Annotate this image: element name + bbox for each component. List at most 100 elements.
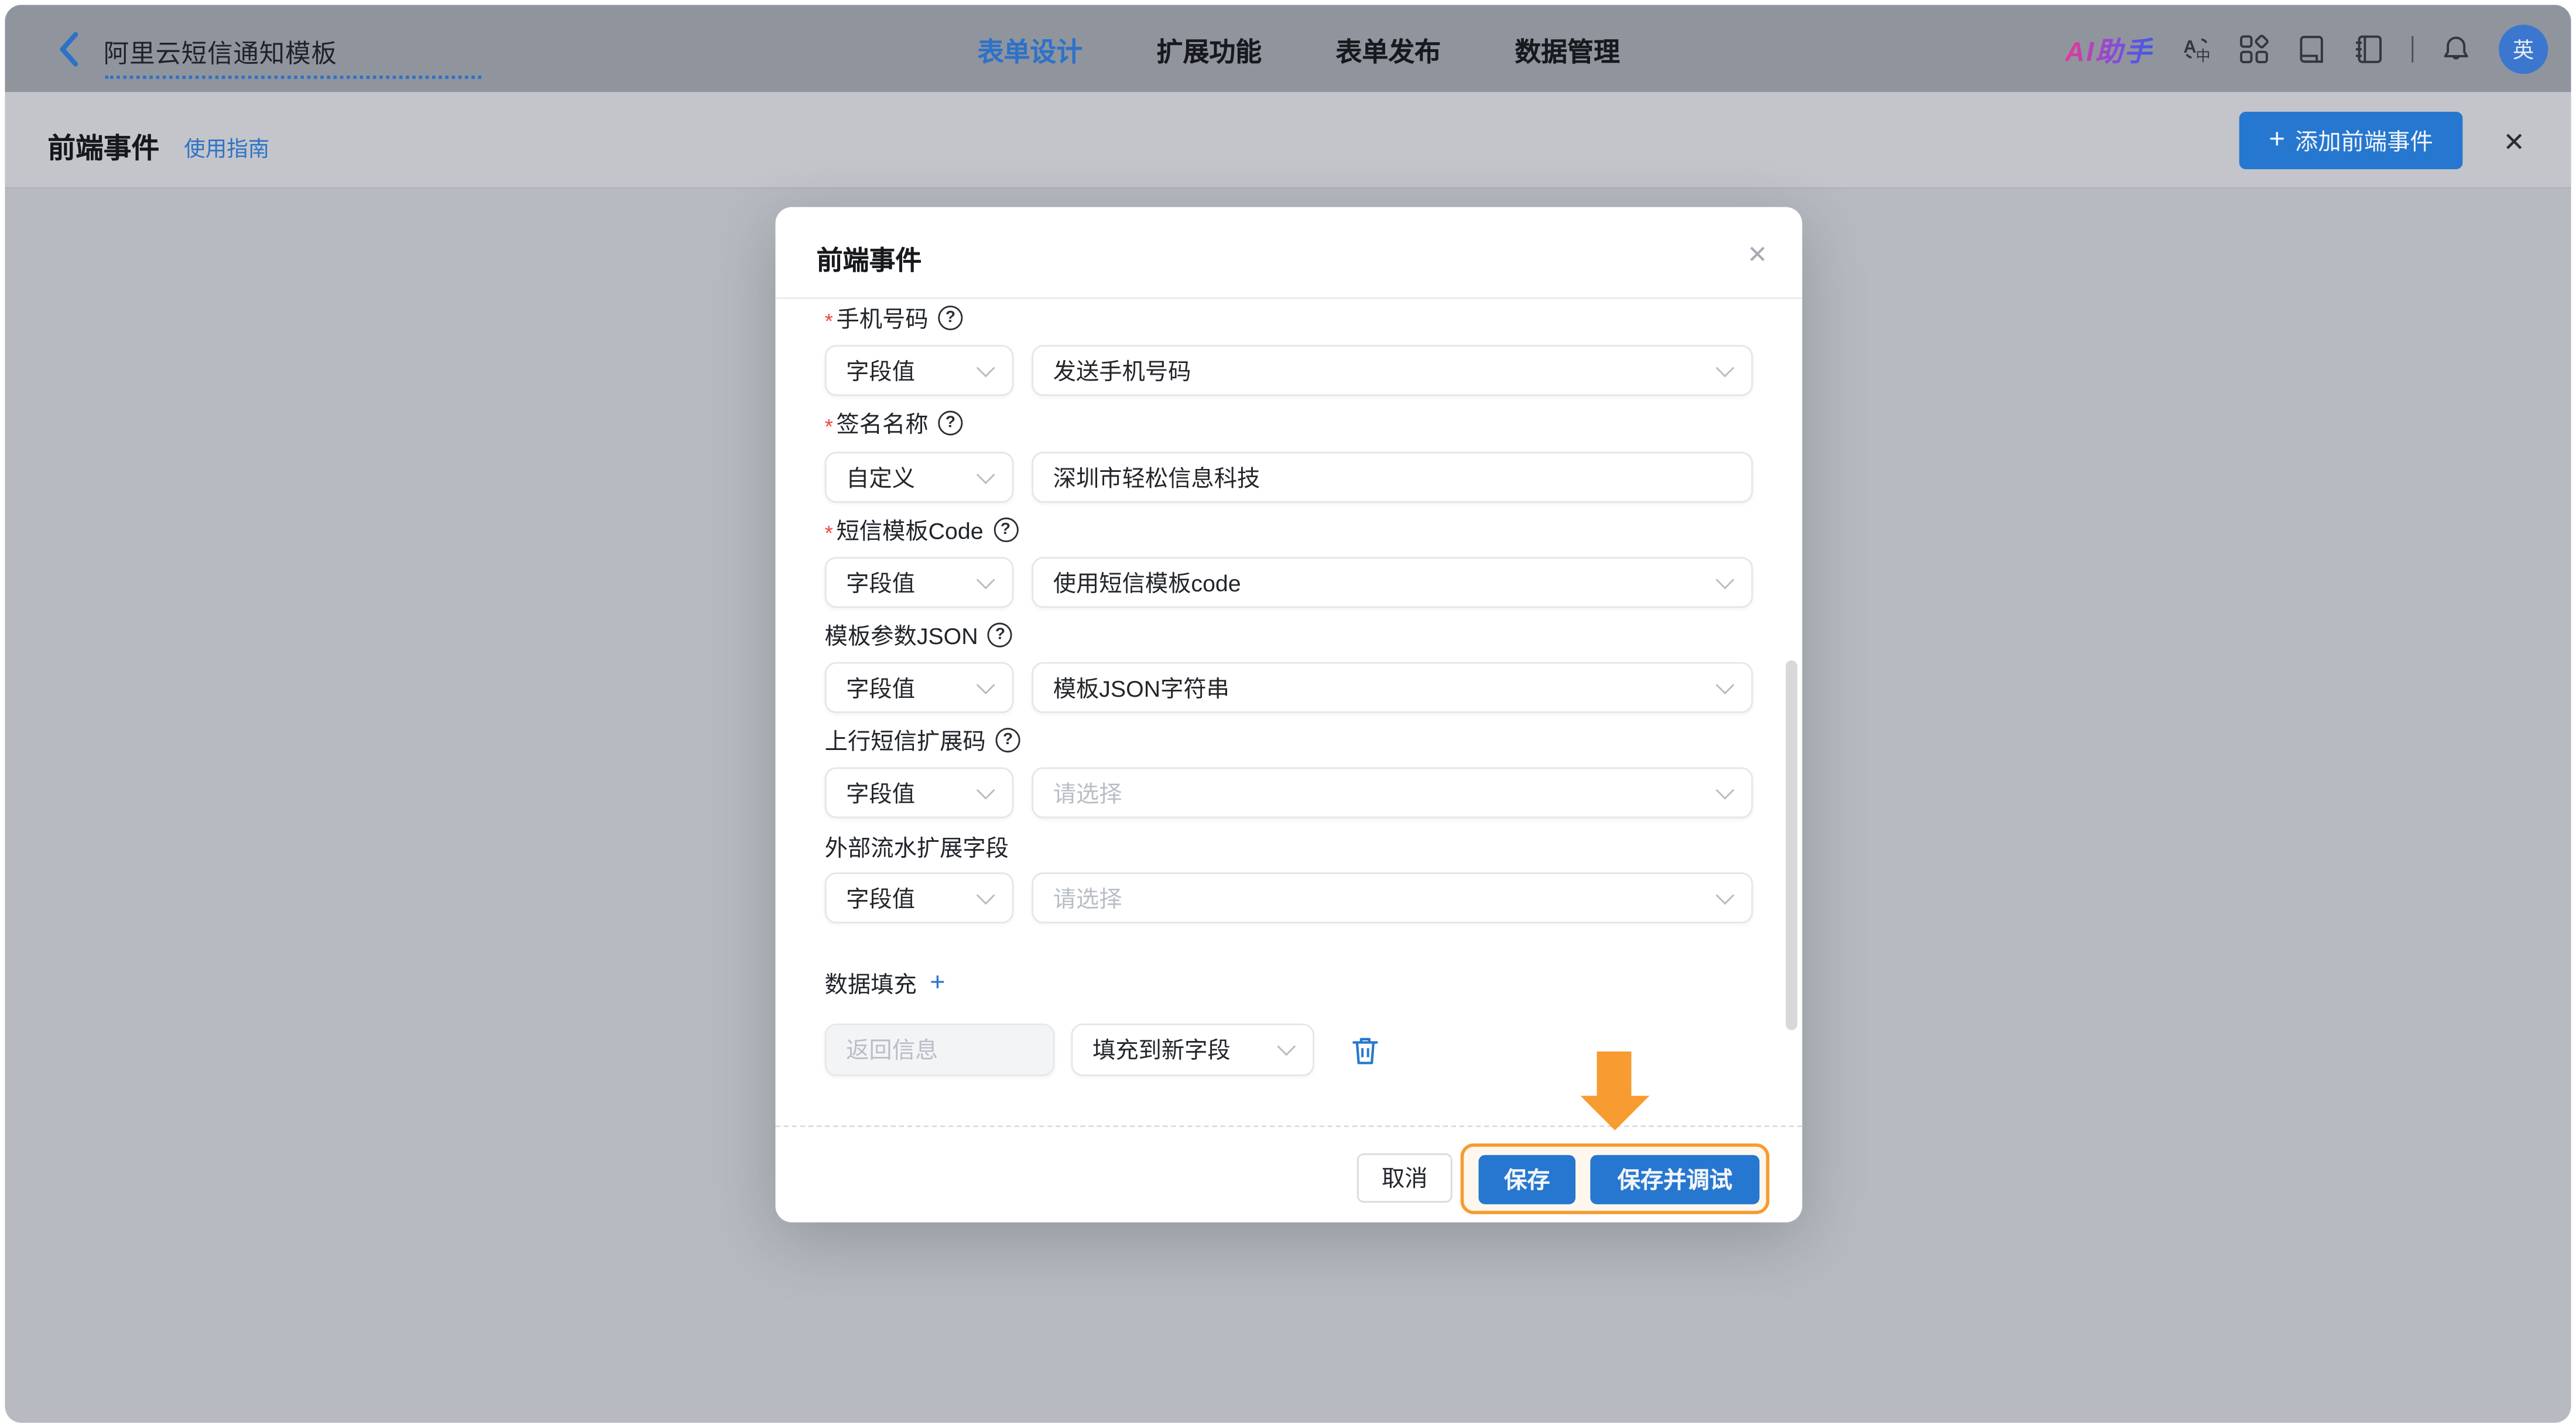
- chevron-down-icon: [1715, 674, 1735, 694]
- field-label-text: 签名名称: [836, 410, 929, 437]
- field-label-signature: * 签名名称 ?: [824, 409, 963, 439]
- template-code-type-select[interactable]: 字段值: [824, 557, 1014, 608]
- app-window: 阿里云短信通知模板 表单设计 扩展功能 表单发布 数据管理 AI助手 A 中 英…: [5, 5, 2571, 1423]
- required-mark: *: [824, 414, 833, 439]
- select-value: 字段值: [846, 885, 916, 911]
- avatar[interactable]: 英: [2499, 23, 2548, 73]
- add-frontend-event-label: 添加前端事件: [2295, 127, 2433, 154]
- chevron-down-icon: [1715, 885, 1735, 904]
- tab-data-management[interactable]: 数据管理: [1515, 29, 1620, 68]
- chevron-down-icon: [976, 464, 995, 484]
- topbar-divider: [2410, 35, 2414, 62]
- data-fill-label: 数据填充: [824, 971, 917, 998]
- tab-form-design[interactable]: 表单设计: [978, 29, 1083, 68]
- tab-extensions[interactable]: 扩展功能: [1157, 29, 1262, 68]
- input-placeholder: 返回信息: [846, 1036, 938, 1063]
- data-fill-add-button[interactable]: +: [930, 970, 947, 999]
- external-flow-value-select[interactable]: 请选择: [1032, 872, 1753, 924]
- required-mark: *: [824, 309, 833, 334]
- field-label-text: 手机号码: [836, 304, 929, 331]
- field-label-upstream-ext: 上行短信扩展码 ?: [825, 726, 1020, 754]
- tab-form-publish[interactable]: 表单发布: [1335, 29, 1441, 68]
- bell-icon[interactable]: [2441, 34, 2471, 64]
- chevron-down-icon: [976, 674, 995, 694]
- save-button[interactable]: 保存: [1478, 1155, 1576, 1204]
- select-value: 字段值: [846, 779, 916, 806]
- plus-icon: +: [930, 969, 946, 998]
- field-label-text: 短信模板Code: [836, 516, 984, 543]
- panel-close-icon[interactable]: ✕: [2503, 126, 2525, 159]
- panel-title: 前端事件: [47, 133, 160, 165]
- translate-icon[interactable]: A 中: [2181, 34, 2211, 64]
- notebook-icon[interactable]: [2354, 34, 2383, 64]
- template-json-value-select[interactable]: 模板JSON字符串: [1032, 662, 1753, 713]
- select-value: 字段值: [846, 674, 916, 701]
- topbar-actions: AI助手 A 中 英: [2065, 5, 2548, 92]
- input-value: 深圳市轻松信息科技: [1053, 464, 1260, 491]
- upstream-ext-value-select[interactable]: 请选择: [1032, 767, 1753, 819]
- phone-type-select[interactable]: 字段值: [824, 345, 1014, 396]
- delete-icon[interactable]: [1351, 1035, 1381, 1066]
- viewport: 阿里云短信通知模板 表单设计 扩展功能 表单发布 数据管理 AI助手 A 中 英…: [0, 0, 2576, 1428]
- chevron-down-icon: [976, 570, 995, 589]
- help-icon[interactable]: ?: [995, 728, 1020, 753]
- modal-scrollbar[interactable]: [1786, 660, 1797, 1030]
- frontend-event-modal: 前端事件 ✕ * 手机号码 ? 字段值 发送手机号码 * 签名名称 ? 自定义 …: [775, 207, 1803, 1222]
- fill-target-select[interactable]: 填充到新字段: [1071, 1023, 1314, 1077]
- frontend-events-panel-header: 前端事件 使用指南 + 添加前端事件 ✕: [5, 92, 2571, 189]
- modal-header-divider: [775, 297, 1803, 299]
- return-info-input[interactable]: 返回信息: [824, 1023, 1055, 1077]
- help-icon[interactable]: ?: [938, 410, 963, 436]
- select-value: 字段值: [846, 569, 916, 596]
- chevron-down-icon: [976, 358, 995, 377]
- select-value: 自定义: [846, 464, 916, 491]
- signature-type-select[interactable]: 自定义: [824, 451, 1014, 503]
- chevron-down-icon: [976, 885, 995, 904]
- template-json-type-select[interactable]: 字段值: [824, 662, 1014, 713]
- field-label-phone: * 手机号码 ?: [824, 304, 963, 334]
- template-code-value-select[interactable]: 使用短信模板code: [1032, 557, 1753, 608]
- topbar: 阿里云短信通知模板 表单设计 扩展功能 表单发布 数据管理 AI助手 A 中 英: [5, 5, 2571, 93]
- modal-close-icon[interactable]: ✕: [1747, 240, 1767, 269]
- field-label-external-flow: 外部流水扩展字段: [825, 833, 1009, 861]
- app-title: 阿里云短信通知模板: [103, 41, 337, 69]
- ai-assistant-button[interactable]: AI助手: [2065, 29, 2153, 68]
- cancel-button[interactable]: 取消: [1356, 1153, 1453, 1203]
- help-icon[interactable]: ?: [993, 517, 1018, 543]
- main-tabs: 表单设计 扩展功能 表单发布 数据管理: [978, 5, 1620, 92]
- save-and-debug-button[interactable]: 保存并调试: [1590, 1155, 1760, 1204]
- select-value: 使用短信模板code: [1053, 569, 1241, 596]
- help-icon[interactable]: ?: [938, 305, 963, 331]
- external-flow-type-select[interactable]: 字段值: [824, 872, 1014, 924]
- field-label-template-code: * 短信模板Code ?: [824, 516, 1018, 546]
- usage-guide-link[interactable]: 使用指南: [184, 131, 269, 162]
- book-icon[interactable]: [2296, 34, 2326, 64]
- select-value: 发送手机号码: [1053, 357, 1191, 384]
- phone-value-select[interactable]: 发送手机号码: [1032, 345, 1753, 396]
- data-fill-header: 数据填充 +: [825, 968, 947, 1001]
- svg-text:A: A: [2183, 35, 2195, 56]
- signature-input[interactable]: 深圳市轻松信息科技: [1032, 451, 1753, 503]
- add-frontend-event-button[interactable]: + 添加前端事件: [2239, 111, 2463, 170]
- field-label-text: 模板参数JSON: [824, 622, 978, 649]
- select-placeholder: 请选择: [1053, 885, 1122, 911]
- chevron-down-icon: [1277, 1037, 1296, 1056]
- annotation-arrow-icon: [1597, 1051, 1632, 1098]
- upstream-ext-type-select[interactable]: 字段值: [824, 767, 1014, 819]
- save-buttons-highlight: 保存 保存并调试: [1460, 1143, 1770, 1214]
- field-label-text: 上行短信扩展码: [824, 727, 986, 754]
- chevron-down-icon: [976, 780, 995, 799]
- plus-icon: +: [2269, 123, 2286, 155]
- select-value: 填充到新字段: [1092, 1036, 1231, 1063]
- chevron-down-icon: [1715, 780, 1735, 799]
- required-mark: *: [824, 520, 833, 546]
- annotation-arrow-head: [1580, 1095, 1650, 1131]
- title-underline: [105, 76, 482, 79]
- select-value: 模板JSON字符串: [1053, 674, 1229, 701]
- apps-grid-icon[interactable]: [2238, 33, 2268, 64]
- svg-text:中: 中: [2195, 47, 2210, 63]
- modal-title: 前端事件: [816, 248, 922, 276]
- back-icon[interactable]: [54, 30, 84, 69]
- select-value: 字段值: [846, 357, 916, 384]
- help-icon[interactable]: ?: [988, 622, 1013, 648]
